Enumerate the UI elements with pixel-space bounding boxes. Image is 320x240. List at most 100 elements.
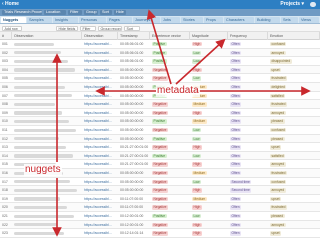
emotion-pill[interactable]: annoyed	[270, 188, 286, 193]
observation-text-redacted[interactable]	[14, 68, 75, 72]
frequency-pill[interactable]: Often	[230, 76, 242, 81]
emotion-pill[interactable]: frustrated	[270, 171, 287, 176]
magnitude-pill[interactable]: High	[192, 162, 202, 167]
emotion-pill[interactable]: pleased	[270, 214, 285, 219]
observation-text-redacted[interactable]	[14, 214, 74, 218]
emotion-pill[interactable]: upset	[270, 231, 282, 236]
magnitude-pill[interactable]: Low	[192, 136, 202, 141]
frequency-pill[interactable]: Often	[230, 222, 242, 227]
observation-text-redacted[interactable]	[14, 137, 59, 141]
observation-text-redacted[interactable]	[14, 102, 55, 106]
source-link[interactable]: https://accessibl…	[82, 203, 118, 212]
tab-characters[interactable]: Characters	[224, 17, 254, 23]
table-row[interactable]: 013 https://accessibl… 00:21:27:00:01:00 Ne…	[0, 143, 320, 152]
tab-personas[interactable]: Personas	[79, 17, 106, 23]
frequency-pill[interactable]: Often	[230, 93, 242, 98]
frequency-pill[interactable]: Often	[230, 153, 242, 159]
emotion-pill[interactable]: confused	[270, 128, 287, 133]
frequency-pill[interactable]: Often	[230, 231, 242, 236]
hide-fields-button[interactable]: Hide fields	[56, 25, 78, 31]
observation-text-redacted[interactable]	[14, 188, 77, 192]
frequency-pill[interactable]: Often	[230, 42, 242, 47]
frequency-pill[interactable]: Often	[230, 128, 242, 133]
frequency-pill[interactable]: Often	[230, 145, 242, 150]
emotion-pill[interactable]: pleased	[270, 136, 285, 141]
source-link[interactable]: https://accessibl…	[82, 83, 118, 92]
frequency-pill[interactable]: Often	[230, 119, 242, 124]
experience-vector-pill[interactable]: Negative	[152, 67, 169, 73]
frequency-pill[interactable]: Second time	[230, 179, 252, 184]
source-link[interactable]: https://accessibl…	[82, 40, 118, 49]
experience-vector-pill[interactable]: Positive	[152, 50, 167, 55]
emotion-pill[interactable]: upset	[270, 145, 282, 150]
observation-text-redacted[interactable]	[14, 205, 67, 210]
column-header-frequency[interactable]: Frequency	[228, 32, 268, 40]
frequency-pill[interactable]: Often	[230, 85, 242, 90]
emotion-pill[interactable]: frustrated	[270, 76, 287, 81]
magnitude-pill[interactable]: Low	[192, 59, 202, 64]
magnitude-pill[interactable]: Low	[192, 179, 202, 184]
tab-stories[interactable]: Stories	[181, 17, 203, 23]
magnitude-pill[interactable]: Medium	[192, 102, 207, 107]
source-link[interactable]: https://accessibl…	[82, 66, 118, 75]
magnitude-pill[interactable]: Medium	[192, 171, 207, 176]
observation-text-redacted[interactable]	[14, 128, 76, 132]
tab-journeys[interactable]: Journeys	[133, 17, 160, 23]
experience-vector-pill[interactable]: Positive	[152, 59, 167, 64]
experience-vector-pill[interactable]: Positive	[152, 42, 167, 47]
source-link[interactable]: https://accessibl…	[82, 117, 118, 126]
source-link[interactable]: https://accessibl…	[82, 74, 118, 83]
filter-button[interactable]: Filter	[80, 25, 96, 31]
table-row[interactable]: 003 https://accessibl… 00:05:06:01:00 Posit…	[0, 57, 320, 66]
frequency-pill[interactable]: Often	[230, 205, 242, 210]
emotion-pill[interactable]: satisfied	[270, 93, 286, 98]
experience-vector-pill[interactable]: Positive	[152, 119, 167, 124]
table-row[interactable]: 008 https://accessibl… 00:05:00:00:00 Negat…	[0, 100, 320, 109]
experience-vector-pill[interactable]: Positive	[152, 214, 167, 219]
observation-text-redacted[interactable]	[14, 231, 64, 235]
table-row[interactable]: 010 https://accessibl… 00:05:00:00:00 Posit…	[0, 117, 320, 126]
magnitude-pill[interactable]: Low	[192, 76, 202, 81]
magnitude-pill[interactable]: Low	[192, 153, 202, 159]
table-row[interactable]: 022 https://accessibl… 00:12:00:01:00 Negat…	[0, 220, 320, 230]
tab-building[interactable]: Building	[255, 17, 280, 23]
column-header-magnitude[interactable]: Magnitude	[190, 32, 228, 40]
observation-text-redacted[interactable]	[14, 197, 60, 201]
table-row[interactable]: 002 https://accessibl… 00:05:06:01:00 Posit…	[0, 48, 320, 58]
source-link[interactable]: https://accessibl…	[82, 152, 118, 161]
source-link[interactable]: https://accessibl…	[82, 195, 118, 204]
emotion-pill[interactable]: confused	[270, 42, 287, 47]
frequency-pill[interactable]: Often	[230, 196, 242, 202]
source-link[interactable]: https://accessibl…	[82, 100, 118, 109]
source-link[interactable]: https://accessibl…	[82, 109, 118, 118]
column-header-source[interactable]: Observation	[82, 32, 118, 40]
magnitude-pill[interactable]: High	[192, 188, 202, 193]
frequency-pill[interactable]: Often	[230, 59, 242, 64]
source-link[interactable]: https://accessibl…	[82, 92, 118, 101]
table-row[interactable]: 019 https://accessibl… 00:11:07:00:00 Negat…	[0, 195, 320, 204]
view-group[interactable]: Group	[84, 10, 98, 15]
emotion-pill[interactable]: satisfied	[270, 153, 286, 159]
magnitude-pill[interactable]: Medium	[192, 119, 207, 124]
magnitude-pill[interactable]: High	[192, 110, 202, 116]
table-row[interactable]: 017 https://accessibl… 00:05:00:00:00 Negat…	[0, 178, 320, 187]
source-link[interactable]: https://accessibl…	[82, 178, 118, 187]
table-row[interactable]: 012 https://accessibl… 00:05:00:00:00 Posit…	[0, 134, 320, 144]
emotion-pill[interactable]: annoyed	[270, 222, 286, 227]
frequency-pill[interactable]: Often	[230, 214, 242, 219]
observation-text-redacted[interactable]	[14, 180, 70, 184]
column-header-experience-vector[interactable]: Experience vector	[150, 32, 190, 40]
frequency-pill[interactable]: Often	[230, 50, 242, 55]
observation-text-redacted[interactable]	[14, 119, 69, 124]
magnitude-pill[interactable]: High	[192, 42, 202, 47]
column-header-index[interactable]: #	[0, 32, 12, 40]
tab-samples[interactable]: Samples	[27, 17, 52, 23]
view-hide[interactable]: Hide	[114, 10, 126, 15]
table-row[interactable]: 020 https://accessibl… 00:11:07:00:00 Negat…	[0, 203, 320, 212]
observation-text-redacted[interactable]	[14, 145, 66, 149]
observation-text-redacted[interactable]	[14, 42, 54, 46]
tab-sets[interactable]: Sets	[281, 17, 298, 23]
magnitude-pill[interactable]: High	[192, 231, 202, 236]
source-link[interactable]: https://accessibl…	[82, 160, 118, 169]
source-link[interactable]: https://accessibl…	[82, 57, 118, 66]
